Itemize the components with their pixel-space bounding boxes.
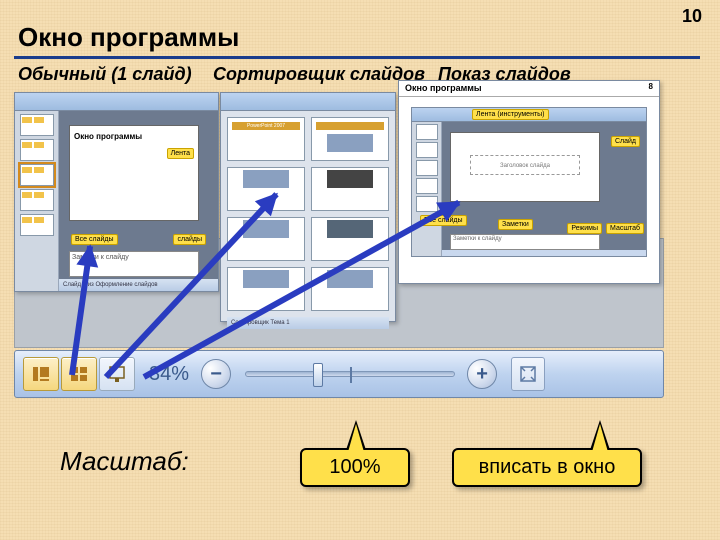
label-normal-view: Обычный (1 слайд) [18,64,208,85]
mini-window: Лента (инструменты) Слайд Заголовок слай… [411,107,647,257]
tag-slides: слайды [173,234,206,245]
show-header-title: Окно программы [405,83,482,93]
slide-canvas: Окно программы Лента [69,125,199,221]
mini-slide: Заголовок слайда [450,132,600,202]
screenshot-normal-view: Окно программы Лента Все слайды слайды З… [14,92,219,292]
mini-editor: Слайд Заголовок слайда Все слайды Заметк… [442,122,646,256]
page-number: 10 [682,6,702,27]
mini-ribbon: Лента (инструменты) [412,108,646,122]
zoom-slider-tick [350,367,352,383]
ribbon-bar [15,93,218,111]
scale-label: Масштаб: [60,446,189,477]
grid-title-bar: PowerPoint 2007 [232,122,300,130]
screenshot-show-view: Окно программы 8 Лента (инструменты) Сла… [398,80,660,284]
slide-title-text: Окно программы [70,126,198,147]
zoom-in-button[interactable]: + [467,359,497,389]
tag-modes: Режимы [567,223,602,234]
ribbon-bar [221,93,395,111]
page-title: Окно программы [18,22,239,53]
zoom-slider-handle[interactable] [313,363,323,387]
zoom-slider[interactable] [245,371,455,377]
mini-placeholder: Заголовок слайда [470,155,580,175]
callout-100-percent: 100% [300,448,410,487]
mini-notes: Заметки к слайду [450,234,600,250]
normal-view-button[interactable] [23,357,59,391]
fit-to-window-button[interactable] [511,357,545,391]
show-header-page: 8 [649,82,653,91]
tag-ribbon: Лента (инструменты) [472,109,549,120]
tag-slide: Слайд [611,136,640,147]
tag-zoom: Масштаб [606,223,644,234]
zoom-out-button[interactable]: − [201,359,231,389]
sorter-view-button[interactable] [61,357,97,391]
mini-status [442,250,646,256]
tag-ribbon: Лента [167,148,194,159]
title-underline [14,56,700,59]
show-header: Окно программы 8 [399,81,659,97]
thumbnail-pane [15,111,59,291]
tag-all-slides: Все слайды [71,234,118,245]
mini-thumbs [412,122,442,256]
tag-notes: Заметки [498,219,533,230]
callout-fit-window: вписать в окно [452,448,642,487]
